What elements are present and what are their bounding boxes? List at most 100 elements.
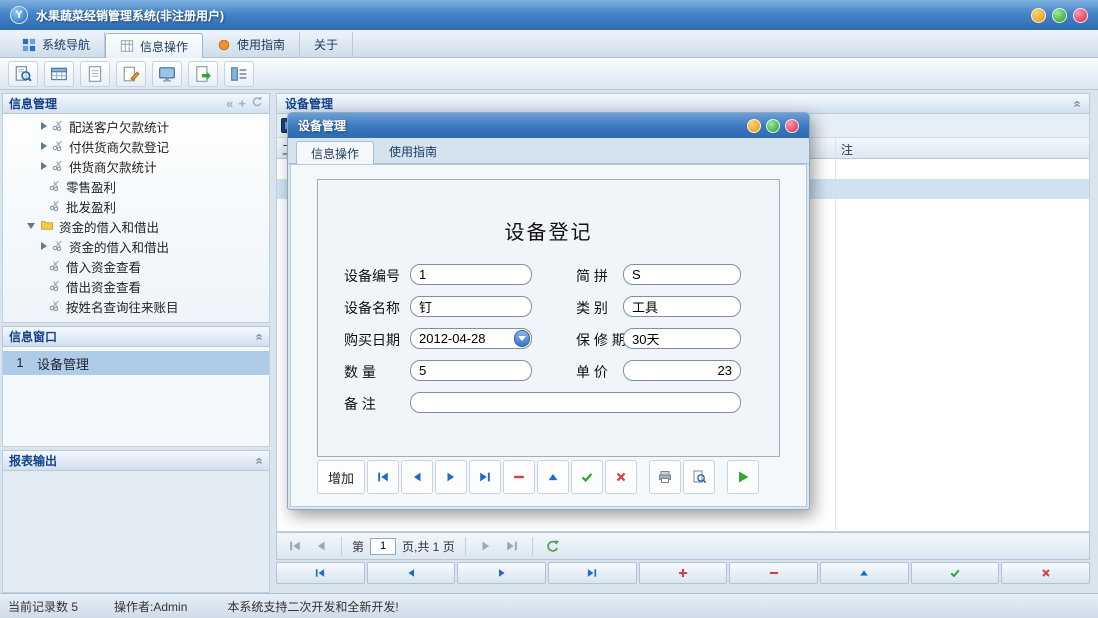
tab-label: 系统导航 (42, 36, 90, 53)
tab-label: 关于 (314, 36, 338, 53)
tab-info-operation[interactable]: 信息操作 (105, 33, 203, 58)
quantity-input[interactable] (410, 360, 532, 381)
edit-record-button[interactable] (537, 460, 569, 494)
refresh-icon[interactable] (251, 96, 263, 111)
expand-arrow-icon[interactable] (41, 122, 47, 130)
prev-page-button[interactable] (311, 536, 331, 556)
next-record-button[interactable] (457, 562, 546, 584)
prev-record-button[interactable] (401, 460, 433, 494)
next-record-button[interactable] (435, 460, 467, 494)
first-icon (314, 567, 326, 579)
next-icon (444, 470, 458, 484)
tab-user-guide[interactable]: 使用指南 (203, 32, 300, 57)
refresh-grid-button[interactable] (543, 536, 563, 556)
tree-folder[interactable]: 资金的借入和借出 (3, 216, 269, 236)
collapse-up-icon[interactable]: « (252, 333, 267, 339)
divider (465, 537, 466, 555)
run-button[interactable] (727, 460, 759, 494)
cancel-button[interactable] (1001, 562, 1090, 584)
last-page-button[interactable] (502, 536, 522, 556)
table-tool-button[interactable] (44, 61, 74, 87)
list-icon (230, 65, 248, 83)
unit-price-input[interactable] (623, 360, 741, 381)
delete-record-button[interactable] (729, 562, 818, 584)
maximize-button[interactable] (1052, 8, 1067, 23)
collapse-up-icon[interactable]: « (252, 457, 267, 463)
edit-record-button[interactable] (820, 562, 909, 584)
up-triangle-icon (546, 470, 560, 484)
add-record-button[interactable] (639, 562, 728, 584)
dialog-close-button[interactable] (785, 119, 799, 133)
prev-icon (410, 470, 424, 484)
minimize-button[interactable] (1031, 8, 1046, 23)
scissors-icon (52, 119, 64, 134)
tab-label: 使用指南 (389, 143, 437, 160)
main-toolbar (0, 58, 1098, 90)
edit-tool-button[interactable] (116, 61, 146, 87)
collapse-arrow-icon[interactable] (27, 223, 35, 229)
first-record-button[interactable] (276, 562, 365, 584)
list-tool-button[interactable] (224, 61, 254, 87)
last-record-button[interactable] (548, 562, 637, 584)
collapse-left-icon[interactable]: « (226, 96, 233, 111)
category-input[interactable] (623, 296, 741, 317)
print-button[interactable] (649, 460, 681, 494)
warranty-input[interactable] (623, 328, 741, 349)
tree-item[interactable]: 借出资金查看 (3, 276, 269, 296)
dialog-minimize-button[interactable] (747, 119, 761, 133)
last-record-button[interactable] (469, 460, 501, 494)
prev-record-button[interactable] (367, 562, 456, 584)
page-number-input[interactable] (370, 538, 396, 555)
sidebar: 信息管理 « + 配送客户欠款统计 付供货商欠款登记 供货商欠款统计 零售盈利 (2, 93, 270, 591)
confirm-button[interactable] (911, 562, 1000, 584)
dialog-tab-user-guide[interactable]: 使用指南 (374, 140, 452, 163)
play-icon (735, 469, 751, 485)
page-total-label: 页,共 1 页 (402, 538, 455, 555)
tree-item[interactable]: 零售盈利 (3, 176, 269, 196)
cancel-button[interactable] (605, 460, 637, 494)
tree-item[interactable]: 付供货商欠款登记 (3, 136, 269, 156)
date-dropdown-icon[interactable] (514, 330, 530, 347)
tree-item[interactable]: 配送客户欠款统计 (3, 116, 269, 136)
item-index: 1 (3, 356, 37, 370)
expand-arrow-icon[interactable] (41, 162, 47, 170)
delete-record-button[interactable] (503, 460, 535, 494)
tab-about[interactable]: 关于 (300, 32, 353, 57)
grid-column-header: 注 (841, 141, 853, 158)
tree-item[interactable]: 批发盈利 (3, 196, 269, 216)
expand-arrow-icon[interactable] (41, 142, 47, 150)
tree-item-label: 付供货商欠款登记 (69, 137, 169, 156)
document-tool-button[interactable] (80, 61, 110, 87)
collapse-up-icon[interactable]: « (1070, 100, 1085, 106)
tree-item-label: 借出资金查看 (66, 277, 141, 296)
tree-item[interactable]: 供货商欠款统计 (3, 156, 269, 176)
add-button[interactable]: 增加 (317, 460, 365, 494)
dialog-body: 设备登记 设备编号 简 拼 设备名称 类 别 购买日期 保 修 期 (290, 164, 807, 507)
dialog-tabbar: 信息操作 使用指南 (288, 138, 809, 164)
first-page-button[interactable] (285, 536, 305, 556)
remark-input[interactable] (410, 392, 741, 413)
add-icon[interactable]: + (238, 96, 246, 111)
save-button[interactable] (571, 460, 603, 494)
window-list-item-selected[interactable]: 1 设备管理 (3, 351, 269, 375)
next-page-button[interactable] (476, 536, 496, 556)
preview-button[interactable] (683, 460, 715, 494)
panel-title: 设备管理 (285, 95, 333, 112)
monitor-tool-button[interactable] (152, 61, 182, 87)
first-record-button[interactable] (367, 460, 399, 494)
record-nav-row (276, 562, 1090, 584)
tree-item[interactable]: 资金的借入和借出 (3, 236, 269, 256)
tree-item[interactable]: 借入资金查看 (3, 256, 269, 276)
dialog-maximize-button[interactable] (766, 119, 780, 133)
tree-item[interactable]: 按姓名查询往来账目 (3, 296, 269, 316)
search-tool-button[interactable] (8, 61, 38, 87)
pinyin-input[interactable] (623, 264, 741, 285)
tab-system-navigation[interactable]: 系统导航 (8, 32, 105, 57)
device-name-label: 设备名称 (344, 298, 400, 318)
export-tool-button[interactable] (188, 61, 218, 87)
dialog-tab-info-operation[interactable]: 信息操作 (296, 141, 374, 164)
close-button[interactable] (1073, 8, 1088, 23)
expand-arrow-icon[interactable] (41, 242, 47, 250)
device-name-input[interactable] (410, 296, 532, 317)
device-no-input[interactable] (410, 264, 532, 285)
